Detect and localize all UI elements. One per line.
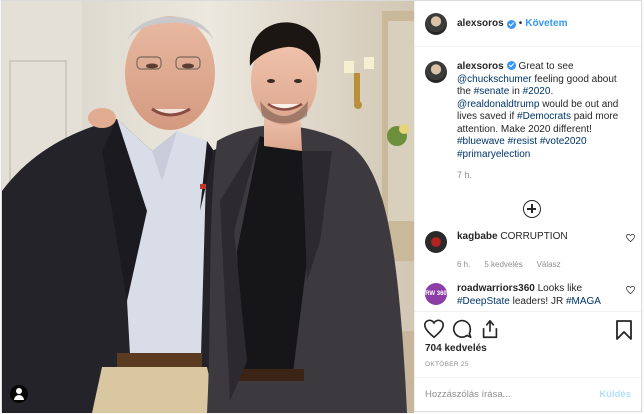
comment-item: RW 360 roadwarriors360 Looks like #DeepS… bbox=[425, 283, 635, 308]
action-bar bbox=[415, 311, 641, 345]
comment-item: kagbabe CORRUPTION 6 h. 5 kedvelés Válas… bbox=[425, 231, 635, 269]
verified-badge-icon bbox=[506, 20, 516, 29]
caption-link[interactable]: #resist bbox=[508, 136, 537, 147]
author-avatar[interactable] bbox=[425, 12, 447, 35]
caption-link[interactable]: #2020 bbox=[523, 86, 551, 97]
comment-time[interactable]: 6 h. bbox=[457, 260, 470, 269]
post-comment-button[interactable]: Küldés bbox=[599, 389, 631, 400]
caption-body: Great to see @chuckschumer feeling good … bbox=[457, 61, 618, 160]
caption-link[interactable]: @realdonaldtrump bbox=[457, 99, 539, 110]
comment-hashtag[interactable]: #MAGA bbox=[566, 296, 601, 307]
like-heart-icon[interactable] bbox=[423, 318, 445, 340]
commenter-username[interactable]: kagbabe bbox=[457, 231, 498, 242]
tagged-users-icon[interactable] bbox=[10, 385, 28, 403]
comment-hashtag[interactable]: #DeepState bbox=[457, 296, 510, 307]
save-bookmark-icon[interactable] bbox=[615, 320, 633, 340]
post-photo[interactable] bbox=[2, 1, 414, 413]
caption: alexsoros Great to see @chuckschumer fee… bbox=[425, 60, 631, 161]
commenter-username[interactable]: roadwarriors360 bbox=[457, 283, 535, 294]
page-frame: alexsoros • Követem alexsoros Great to s… bbox=[0, 0, 644, 414]
author-username[interactable]: alexsoros bbox=[457, 18, 504, 29]
post-side-panel: alexsoros • Követem alexsoros Great to s… bbox=[414, 1, 641, 411]
comment-body: Looks like bbox=[537, 283, 583, 294]
post-date[interactable]: Október 25 bbox=[425, 361, 469, 368]
comment-bubble-icon[interactable] bbox=[451, 318, 473, 340]
comments-area[interactable]: alexsoros Great to see @chuckschumer fee… bbox=[415, 48, 641, 311]
comment-meta: 6 h. 5 kedvelés Válasz bbox=[457, 260, 635, 269]
commenter-avatar[interactable]: RW 360 bbox=[425, 283, 447, 305]
reply-button[interactable]: Válasz bbox=[537, 260, 561, 269]
caption-author-avatar[interactable] bbox=[425, 61, 447, 83]
commenter-avatar[interactable] bbox=[425, 231, 447, 253]
add-comment-bar: Küldés bbox=[415, 377, 641, 411]
comment-text: kagbabe CORRUPTION bbox=[457, 231, 617, 244]
share-icon[interactable] bbox=[479, 318, 501, 340]
photo-illustration bbox=[2, 1, 414, 413]
comment-like-heart-icon[interactable] bbox=[626, 286, 635, 294]
verified-badge-icon bbox=[506, 61, 516, 70]
comment-like-heart-icon[interactable] bbox=[626, 234, 635, 242]
follow-button[interactable]: Követem bbox=[525, 18, 567, 29]
instagram-post: alexsoros • Követem alexsoros Great to s… bbox=[1, 0, 642, 413]
comment-body-cont: leaders! JR bbox=[512, 295, 564, 307]
header-separator: • bbox=[518, 18, 523, 29]
caption-link[interactable]: #bluewave bbox=[457, 136, 505, 147]
caption-text-part: in bbox=[509, 86, 523, 97]
caption-link[interactable]: #Democrats bbox=[517, 111, 571, 122]
caption-text: alexsoros Great to see @chuckschumer fee… bbox=[457, 60, 631, 161]
caption-link[interactable]: #primaryelection bbox=[457, 149, 530, 160]
comment-body: CORRUPTION bbox=[500, 231, 568, 242]
comment-likes[interactable]: 5 kedvelés bbox=[484, 260, 522, 269]
caption-timestamp[interactable]: 7 h. bbox=[457, 170, 631, 180]
comment-text: roadwarriors360 Looks like #DeepState le… bbox=[457, 283, 617, 308]
load-more-comments-icon[interactable] bbox=[523, 200, 541, 218]
caption-username[interactable]: alexsoros bbox=[457, 61, 504, 72]
likes-count[interactable]: 704 kedvelés bbox=[425, 343, 487, 354]
caption-text-part: Great to see bbox=[515, 61, 574, 72]
caption-link[interactable]: @chuckschumer bbox=[457, 74, 532, 85]
caption-text-part: . bbox=[550, 86, 554, 97]
post-header: alexsoros • Követem bbox=[415, 1, 641, 47]
caption-link[interactable]: #vote2020 bbox=[540, 136, 587, 147]
caption-link[interactable]: #senate bbox=[474, 86, 510, 97]
comment-input[interactable] bbox=[425, 389, 600, 400]
